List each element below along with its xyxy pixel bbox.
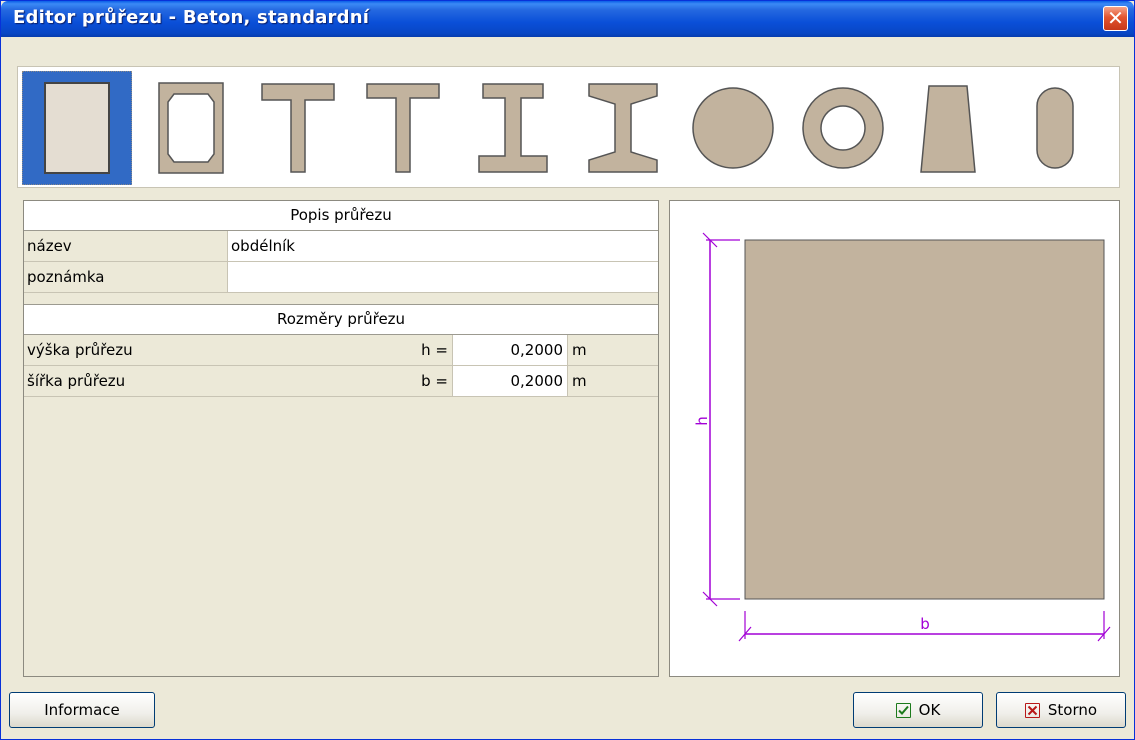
width-row: šířka průřezu b = 0,2000 m: [24, 366, 658, 397]
shape-trapezoid-icon: [920, 85, 976, 173]
cancel-button[interactable]: Storno: [996, 692, 1126, 728]
shape-rectangle-button[interactable]: [22, 71, 132, 185]
shape-octagon-hollow-icon: [158, 82, 224, 174]
height-label: výška průřezu: [27, 341, 133, 359]
h-dimension-label: h: [693, 416, 711, 426]
height-symbol: h =: [421, 341, 448, 359]
shape-oval-icon: [1036, 87, 1074, 169]
shape-t-section-button[interactable]: [243, 71, 353, 185]
width-symbol: b =: [421, 372, 448, 390]
shape-t-section-tapered-button[interactable]: [348, 71, 458, 185]
width-field[interactable]: 0,2000: [452, 366, 568, 396]
shape-palette: [17, 66, 1120, 188]
shape-t-section-icon: [261, 83, 335, 173]
shape-circle-icon: [692, 87, 774, 169]
description-header: Popis průřezu: [24, 201, 658, 231]
ok-button[interactable]: OK: [853, 692, 983, 728]
section-preview: h b: [693, 232, 1111, 642]
shape-t-section-tapered-icon: [366, 83, 440, 173]
note-field[interactable]: [227, 262, 658, 292]
shape-i-section-tapered-icon: [588, 83, 658, 173]
section-editor-window: Editor průřezu - Beton, standardní ✕ Pop…: [0, 0, 1135, 740]
close-button[interactable]: ✕: [1103, 6, 1128, 31]
section-shape: [744, 239, 1105, 600]
width-label: šířka průřezu: [27, 372, 126, 390]
section-gap: [24, 293, 658, 305]
shape-rectangle-icon: [44, 82, 110, 174]
ok-button-label: OK: [918, 701, 941, 719]
info-button[interactable]: Informace: [9, 692, 155, 728]
shape-octagon-hollow-button[interactable]: [136, 71, 246, 185]
height-row: výška průřezu h = 0,2000 m: [24, 335, 658, 366]
properties-panel: Popis průřezu název obdélník poznámka Ro…: [23, 200, 659, 677]
shape-ring-button[interactable]: [788, 71, 898, 185]
info-button-label: Informace: [44, 701, 120, 719]
shape-ring-icon: [802, 87, 884, 169]
dimensions-header: Rozměry průřezu: [24, 305, 658, 335]
name-field[interactable]: obdélník: [227, 231, 658, 261]
shape-circle-button[interactable]: [678, 71, 788, 185]
name-label: název: [27, 237, 72, 255]
width-unit: m: [572, 372, 587, 390]
check-icon: [895, 702, 911, 718]
height-field[interactable]: 0,2000: [452, 335, 568, 365]
shape-i-section-icon: [478, 83, 548, 173]
close-icon: ✕: [1107, 6, 1124, 30]
shape-oval-button[interactable]: [1000, 71, 1110, 185]
b-dimension-label: b: [920, 615, 930, 633]
shape-trapezoid-button[interactable]: [893, 71, 1003, 185]
cancel-button-label: Storno: [1047, 701, 1098, 719]
height-unit: m: [572, 341, 587, 359]
window-title: Editor průřezu - Beton, standardní: [13, 7, 370, 28]
note-label: poznámka: [27, 268, 105, 286]
shape-i-section-button[interactable]: [458, 71, 568, 185]
title-bar[interactable]: Editor průřezu - Beton, standardní ✕: [1, 1, 1134, 37]
section-preview-panel: h b: [669, 200, 1120, 677]
cancel-icon: [1024, 702, 1040, 718]
name-row: název obdélník: [24, 231, 658, 262]
note-row: poznámka: [24, 262, 658, 293]
shape-i-section-tapered-button[interactable]: [568, 71, 678, 185]
